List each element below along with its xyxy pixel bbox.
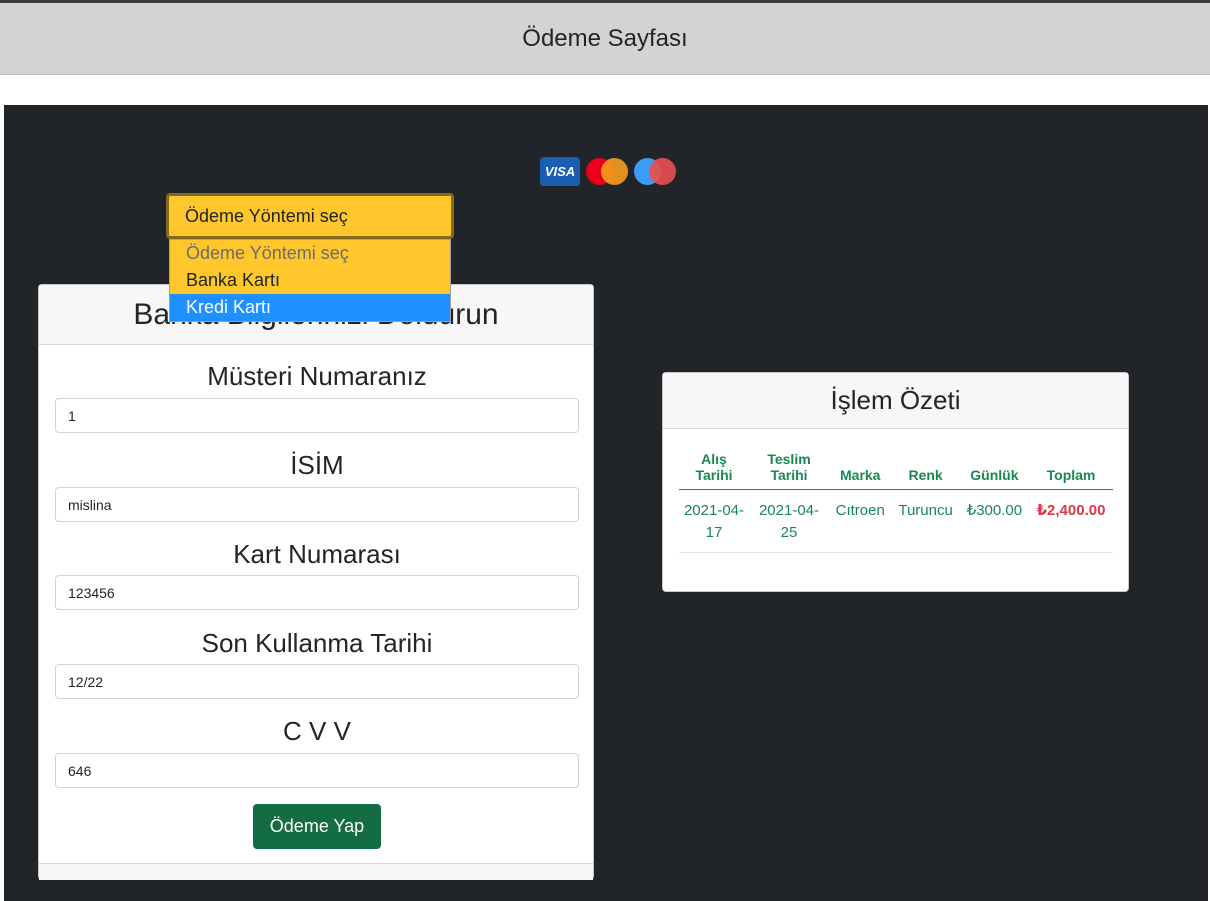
expiry-date-label: Son Kullanma Tarihi (201, 628, 433, 658)
column-header: Alış Tarihi (679, 449, 749, 490)
payment-method-dropdown: Ödeme Yöntemi seç Banka Kartı Kredi Kart… (169, 239, 451, 322)
summary-card: İşlem Özeti Alış Tarihi Teslim Tarihi Ma… (662, 372, 1129, 592)
payment-option-bank-card[interactable]: Banka Kartı (170, 267, 450, 294)
name-label: İSİM (290, 450, 344, 480)
maestro-icon (634, 157, 676, 186)
expiry-date-input[interactable]: 12/22 (55, 664, 579, 699)
table-row: 2021-04-17 2021-04-25 Cıtroen Turuncu ₺3… (679, 489, 1113, 553)
summary-table-header: Alış Tarihi Teslim Tarihi Marka Renk Gün… (679, 449, 1113, 490)
column-header: Günlük (959, 449, 1030, 490)
payment-option-credit-card[interactable]: Kredi Kartı (170, 294, 450, 321)
column-header: Toplam (1029, 449, 1113, 490)
payment-method-select[interactable]: Ödeme Yöntemi seç (166, 193, 454, 239)
payment-method-selected-value: Ödeme Yöntemi seç (185, 205, 348, 226)
card-number-input[interactable]: 123456 (55, 575, 579, 610)
customer-number-input[interactable]: 1 (55, 398, 579, 433)
pay-button[interactable]: Ödeme Yap (253, 804, 381, 849)
page-title: Ödeme Sayfası (522, 24, 688, 52)
cvv-label: C V V (283, 716, 351, 746)
page-header: Ödeme Sayfası (0, 0, 1210, 75)
card-logos: VISA (540, 157, 676, 186)
pickup-date-cell: 2021-04-17 (679, 489, 749, 553)
payment-option-placeholder[interactable]: Ödeme Yöntemi seç (170, 240, 450, 267)
summary-title: İşlem Özeti (663, 373, 1128, 429)
visa-icon: VISA (540, 157, 580, 186)
color-cell: Turuncu (891, 489, 960, 553)
mastercard-icon (586, 157, 628, 186)
bank-form-card: Banka Bilgilerinizi Doldurun Müsteri Num… (38, 284, 594, 880)
column-header: Renk (891, 449, 960, 490)
brand-cell: Cıtroen (829, 489, 892, 553)
cvv-input[interactable]: 646 (55, 753, 579, 788)
column-header: Marka (829, 449, 892, 490)
total-price-cell: ₺2,400.00 (1029, 489, 1113, 553)
card-number-label: Kart Numarası (233, 539, 401, 569)
column-header: Teslim Tarihi (749, 449, 829, 490)
form-footer (39, 863, 593, 880)
daily-price-cell: ₺300.00 (959, 489, 1030, 553)
customer-number-label: Müsteri Numaranız (207, 361, 427, 391)
return-date-cell: 2021-04-25 (749, 489, 829, 553)
name-input[interactable]: mislina (55, 487, 579, 522)
summary-table: Alış Tarihi Teslim Tarihi Marka Renk Gün… (679, 449, 1113, 553)
